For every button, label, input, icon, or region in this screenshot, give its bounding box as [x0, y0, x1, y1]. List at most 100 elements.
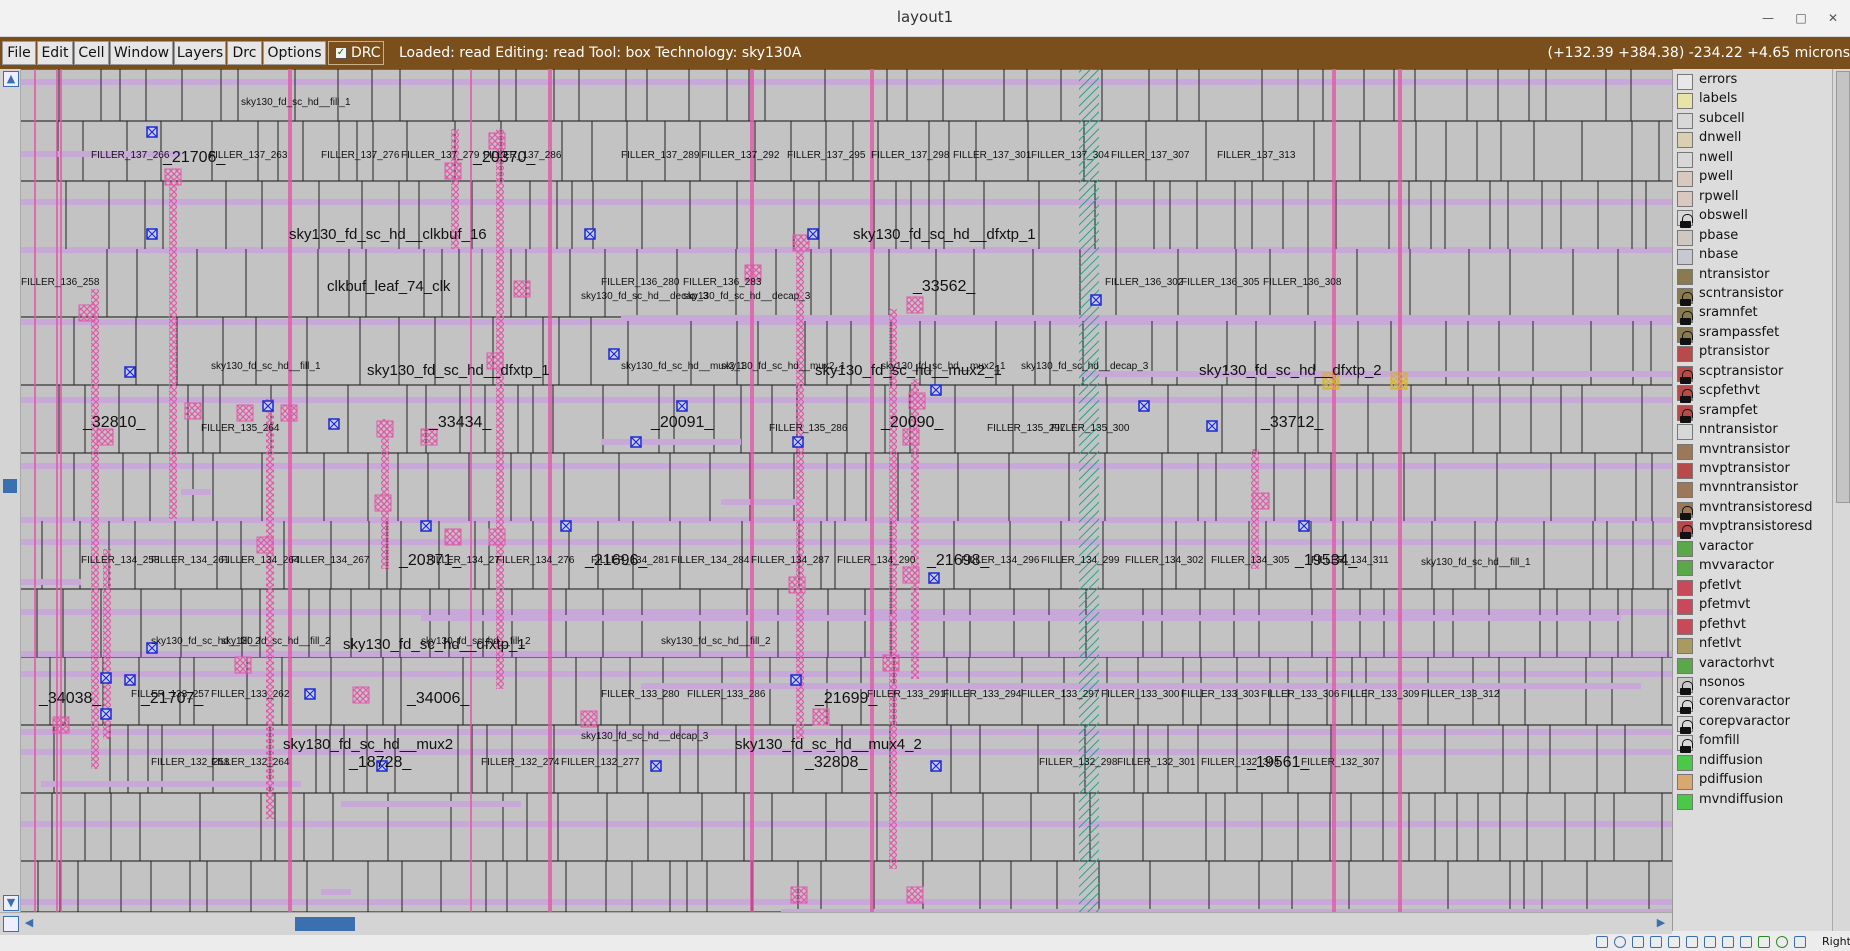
layer-swatch-fomfill[interactable]	[1677, 735, 1693, 754]
layer-row-pwell[interactable]: pwell	[1677, 168, 1833, 188]
layer-swatch-sramnfet[interactable]	[1677, 307, 1693, 326]
layer-swatch-pfetlvt[interactable]	[1677, 579, 1693, 596]
layer-row-corenvaractor[interactable]: corenvaractor	[1677, 693, 1833, 715]
layer-row-pfetlvt[interactable]: pfetlvt	[1677, 577, 1833, 597]
layer-row-ntransistor[interactable]: ntransistor	[1677, 266, 1833, 286]
layer-row-corepvaractor[interactable]: corepvaractor	[1677, 713, 1833, 734]
layer-swatch-dnwell[interactable]	[1677, 132, 1693, 149]
layer-row-ndiffusion[interactable]: ndiffusion	[1677, 752, 1833, 772]
layer-row-nfetlvt[interactable]: nfetlvt	[1677, 635, 1833, 655]
layer-swatch-mvvaractor[interactable]	[1677, 560, 1693, 577]
layer-row-srampfet[interactable]: srampfet	[1677, 402, 1833, 423]
layer-row-obswell[interactable]: obswell	[1677, 207, 1833, 229]
layer-swatch-mvntransistoresd[interactable]	[1677, 501, 1693, 520]
layer-stack-icon[interactable]	[1740, 936, 1752, 948]
layer-row-srampassfet[interactable]: srampassfet	[1677, 324, 1833, 345]
download-icon[interactable]	[1794, 936, 1806, 948]
layer-row-pdiffusion[interactable]: pdiffusion	[1677, 771, 1833, 791]
zoom-box-icon[interactable]	[3, 916, 19, 932]
menu-layers[interactable]: Layers	[174, 41, 226, 65]
layer-swatch-pdiffusion[interactable]	[1677, 774, 1693, 791]
layer-row-sramnfet[interactable]: sramnfet	[1677, 304, 1833, 326]
layer-swatch-scpfethvt[interactable]	[1677, 385, 1693, 404]
layer-swatch-mvptransistor[interactable]	[1677, 463, 1693, 479]
layer-row-fomfill[interactable]: fomfill	[1677, 732, 1833, 754]
layer-scroll-thumb[interactable]	[1836, 71, 1850, 503]
zoom-icon[interactable]	[1596, 936, 1608, 948]
drc-toggle[interactable]: ✓ DRC	[328, 41, 384, 65]
layer-swatch-ntransistor[interactable]	[1677, 268, 1693, 285]
target-icon[interactable]	[1614, 936, 1626, 948]
layer-swatch-obswell[interactable]	[1677, 210, 1693, 229]
layer-swatch-nsonos[interactable]	[1677, 676, 1693, 695]
scroll-up-icon[interactable]: ▲	[3, 71, 19, 87]
layout-canvas[interactable]: FILLER_137_266 FILLER_137_263 FILLER_137_2…	[21, 69, 1672, 912]
pencil-icon[interactable]	[1686, 936, 1698, 948]
layer-row-pfetmvt[interactable]: pfetmvt	[1677, 596, 1833, 616]
layer-row-scpfethvt[interactable]: scpfethvt	[1677, 382, 1833, 404]
layer-swatch-mvptransistoresd[interactable]	[1677, 521, 1693, 540]
layer-row-rpwell[interactable]: rpwell	[1677, 188, 1833, 208]
layer-row-mvptransistor[interactable]: mvptransistor	[1677, 460, 1833, 480]
layer-row-errors[interactable]: errors	[1677, 71, 1833, 91]
layer-row-pfethvt[interactable]: pfethvt	[1677, 616, 1833, 636]
layer-row-mvntransistor[interactable]: mvntransistor	[1677, 441, 1833, 461]
menu-window[interactable]: Window	[110, 41, 173, 65]
layer-swatch-varactor[interactable]	[1677, 540, 1693, 557]
menu-cell[interactable]: Cell	[74, 41, 109, 65]
menu-drc[interactable]: Drc	[227, 41, 262, 65]
layer-swatch-pfethvt[interactable]	[1677, 618, 1693, 635]
layer-swatch-srampassfet[interactable]	[1677, 326, 1693, 345]
layer-swatch-labels[interactable]	[1677, 93, 1693, 110]
maximize-button[interactable]: □	[1790, 7, 1812, 29]
box-icon[interactable]	[1632, 936, 1644, 948]
layer-row-nbase[interactable]: nbase	[1677, 246, 1833, 266]
layer-row-varactor[interactable]: varactor	[1677, 538, 1833, 558]
grid-icon[interactable]	[1650, 936, 1662, 948]
layer-swatch-corepvaractor[interactable]	[1677, 715, 1693, 734]
layer-swatch-pwell[interactable]	[1677, 171, 1693, 188]
layer-row-scntransistor[interactable]: scntransistor	[1677, 285, 1833, 306]
minimize-button[interactable]: —	[1757, 7, 1779, 29]
layer-swatch-scptransistor[interactable]	[1677, 365, 1693, 384]
layer-row-scptransistor[interactable]: scptransistor	[1677, 363, 1833, 384]
menu-options[interactable]: Options	[263, 41, 326, 65]
select-icon[interactable]	[1722, 936, 1734, 948]
layer-row-mvptransistoresd[interactable]: mvptransistoresd	[1677, 518, 1833, 540]
close-button[interactable]: ✕	[1822, 7, 1844, 29]
netlist-icon[interactable]	[1704, 936, 1716, 948]
layer-swatch-varactorhvt[interactable]	[1677, 657, 1693, 674]
layer-swatch-pbase[interactable]	[1677, 229, 1693, 246]
layer-swatch-subcell[interactable]	[1677, 112, 1693, 129]
scroll-left-icon[interactable]: ◀	[22, 916, 36, 930]
scroll-right-icon[interactable]: ▶	[1654, 916, 1668, 930]
layout-drawing[interactable]: FILLER_137_266 FILLER_137_263 FILLER_137_2…	[21, 69, 1672, 912]
layer-row-nsonos[interactable]: nsonos	[1677, 674, 1833, 695]
layer-row-mvntransistoresd[interactable]: mvntransistoresd	[1677, 499, 1833, 520]
layer-swatch-ndiffusion[interactable]	[1677, 754, 1693, 771]
layer-row-nntransistor[interactable]: nntransistor	[1677, 421, 1833, 441]
layer-swatch-nwell[interactable]	[1677, 151, 1693, 168]
layer-swatch-srampfet[interactable]	[1677, 404, 1693, 423]
layer-swatch-nbase[interactable]	[1677, 249, 1693, 266]
layer-swatch-mvndiffusion[interactable]	[1677, 793, 1693, 810]
layer-row-nwell[interactable]: nwell	[1677, 149, 1833, 169]
layer-swatch-scntransistor[interactable]	[1677, 287, 1693, 306]
layer-row-mvndiffusion[interactable]: mvndiffusion	[1677, 791, 1833, 811]
layer-row-dnwell[interactable]: dnwell	[1677, 129, 1833, 149]
vertical-scrollbar[interactable]: ▲ ▼	[0, 69, 21, 912]
layer-swatch-errors[interactable]	[1677, 74, 1693, 90]
layer-swatch-nfetlvt[interactable]	[1677, 638, 1693, 655]
layer-swatch-ptransistor[interactable]	[1677, 346, 1693, 363]
wire-icon[interactable]	[1668, 936, 1680, 948]
layer-panel-scrollbar[interactable]	[1832, 69, 1850, 931]
menu-file[interactable]: File	[2, 41, 36, 65]
drc-checkbox[interactable]: ✓	[335, 47, 347, 59]
layer-row-labels[interactable]: labels	[1677, 90, 1833, 110]
layer-swatch-mvntransistor[interactable]	[1677, 443, 1693, 460]
layer-row-varactorhvt[interactable]: varactorhvt	[1677, 655, 1833, 675]
horizontal-scroll-thumb[interactable]	[295, 917, 355, 931]
layer-row-mvvaractor[interactable]: mvvaractor	[1677, 557, 1833, 577]
layer-swatch-nntransistor[interactable]	[1677, 424, 1693, 441]
layer-row-pbase[interactable]: pbase	[1677, 227, 1833, 247]
